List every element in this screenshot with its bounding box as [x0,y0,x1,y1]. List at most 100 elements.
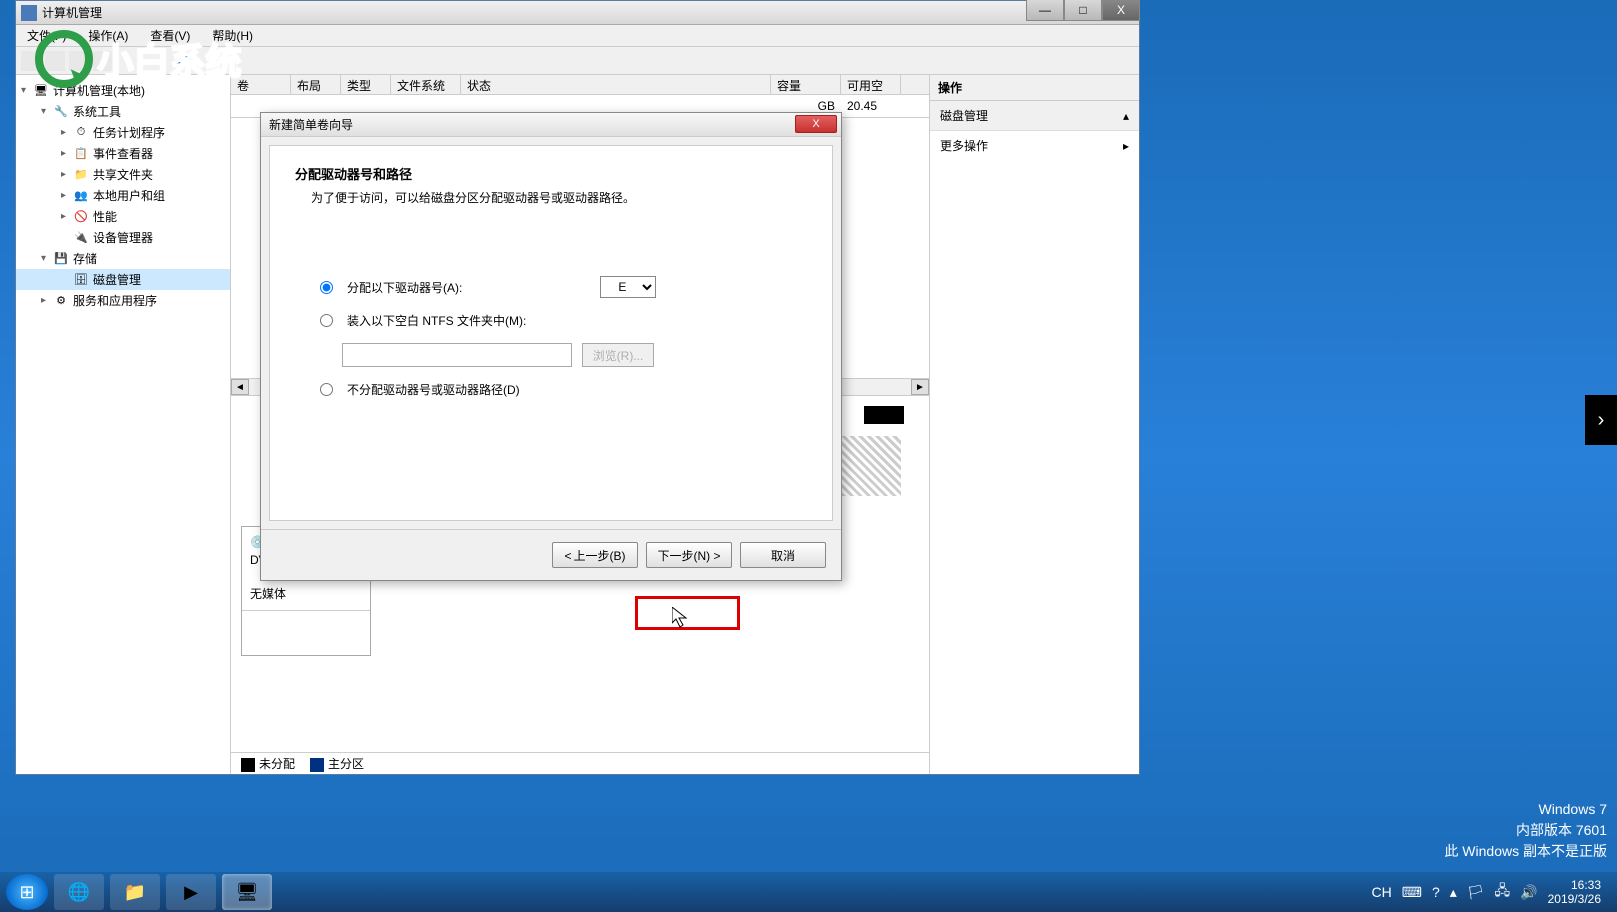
dialog-footer: 上一步(B) 下一步(N) 取消 [261,529,841,580]
tree-disk-management[interactable]: 🗄磁盘管理 [16,269,230,290]
clock-time: 16:33 [1548,878,1601,892]
taskbar-ie[interactable]: 🌐 [54,874,104,910]
menu-help[interactable]: 帮助(H) [206,25,259,46]
tree-shared-folders[interactable]: ▸📁共享文件夹 [16,164,230,185]
edge-next-button[interactable]: › [1585,395,1617,445]
col-layout[interactable]: 布局 [291,75,341,94]
tray-expand-icon[interactable]: ▴ [1450,884,1457,901]
tree-root[interactable]: ▾🖥计算机管理(本地) [16,80,230,101]
col-capacity[interactable]: 容量 [771,75,841,94]
taskbar-media[interactable]: ▶ [166,874,216,910]
tree-performance[interactable]: ▸🚫性能 [16,206,230,227]
tree-label: 本地用户和组 [93,187,165,204]
app-icon [21,5,37,21]
taskbar-compmgmt[interactable]: 🖥 [222,874,272,910]
menu-view[interactable]: 查看(V) [144,25,196,46]
tree-label: 性能 [93,208,117,225]
action-disk-mgmt[interactable]: 磁盘管理▴ [930,101,1139,131]
tree-system-tools[interactable]: ▾🔧系统工具 [16,101,230,122]
tree-storage[interactable]: ▾💾存储 [16,248,230,269]
actions-header: 操作 [930,75,1139,101]
tree-event-viewer[interactable]: ▸📋事件查看器 [16,143,230,164]
chevron-right-icon: ▸ [1123,139,1129,153]
action-more[interactable]: 更多操作 ▸ [930,131,1139,160]
tree-label: 设备管理器 [93,229,153,246]
dialog-close-button[interactable]: X [795,115,837,133]
tree-services[interactable]: ▸⚙服务和应用程序 [16,290,230,311]
legend-primary-label: 主分区 [328,757,364,771]
maximize-button[interactable]: □ [1064,0,1102,21]
scroll-left-icon[interactable]: ◄ [231,379,249,395]
radio-mount-label: 装入以下空白 NTFS 文件夹中(M): [347,312,526,329]
legend-unallocated-swatch [241,758,255,772]
radio-none-input[interactable] [320,383,333,396]
tree-label: 任务计划程序 [93,124,165,141]
system-tray: CH ⌨ ? ▴ 🏳 🖧 🔊 16:33 2019/3/26 [1371,878,1611,907]
volume-icon[interactable]: 🔊 [1520,884,1537,901]
keyboard-icon[interactable]: ⌨ [1402,884,1422,901]
toolbar [16,47,1139,75]
cancel-button[interactable]: 取消 [740,542,826,568]
tool-help-icon[interactable] [93,51,113,71]
activation-line1: Windows 7 [1444,799,1607,820]
minimize-button[interactable]: — [1026,0,1064,21]
prev-button[interactable]: 上一步(B) [552,542,638,568]
tool-forward-icon[interactable] [45,51,65,71]
clock[interactable]: 16:33 2019/3/26 [1548,878,1601,907]
tree-label: 服务和应用程序 [73,292,157,309]
radio-no-assign[interactable]: 不分配驱动器号或驱动器路径(D) [320,381,807,398]
dialog-titlebar[interactable]: 新建简单卷向导 X [261,113,841,137]
activation-watermark: Windows 7 内部版本 7601 此 Windows 副本不是正版 [1444,799,1607,862]
activation-line2: 内部版本 7601 [1444,820,1607,841]
col-volume[interactable]: 卷 [231,75,291,94]
tool-back-icon[interactable] [21,51,41,71]
radio-assign-letter[interactable]: 分配以下驱动器号(A): E [320,276,807,298]
cdrom-status: 无媒体 [250,585,362,602]
tree-label: 存储 [73,250,97,267]
next-button[interactable]: 下一步(N) [646,542,732,568]
ime-indicator[interactable]: CH [1371,884,1391,900]
radio-assign-input[interactable] [320,281,333,294]
menu-action[interactable]: 操作(A) [82,25,134,46]
taskbar: ⊞ 🌐 📁 ▶ 🖥 CH ⌨ ? ▴ 🏳 🖧 🔊 16:33 2019/3/26 [0,872,1617,912]
tree-label: 磁盘管理 [93,271,141,288]
drive-letter-select[interactable]: E [600,276,656,298]
flag-icon[interactable]: 🏳 [1467,884,1485,901]
network-icon[interactable]: 🖧 [1495,880,1511,904]
tree-label: 系统工具 [73,103,121,120]
radio-mount-input[interactable] [320,314,333,327]
clock-date: 2019/3/26 [1548,892,1601,906]
windows-icon: ⊞ [19,882,34,903]
menu-file[interactable]: 文件(F) [21,25,72,46]
activation-line3: 此 Windows 副本不是正版 [1444,841,1607,862]
actions-panel: 操作 磁盘管理▴ 更多操作 ▸ [929,75,1139,774]
tree-local-users[interactable]: ▸👥本地用户和组 [16,185,230,206]
mount-path-input [342,343,572,367]
titlebar[interactable]: 计算机管理 — □ X [16,1,1139,25]
col-free[interactable]: 可用空 [841,75,901,94]
action-label: 更多操作 [940,137,988,154]
tree-label: 事件查看器 [93,145,153,162]
col-filesystem[interactable]: 文件系统 [391,75,461,94]
col-type[interactable]: 类型 [341,75,391,94]
taskbar-explorer[interactable]: 📁 [110,874,160,910]
new-volume-wizard-dialog: 新建简单卷向导 X 分配驱动器号和路径 为了便于访问，可以给磁盘分区分配驱动器号… [260,112,842,581]
tree-device-manager[interactable]: 🔌设备管理器 [16,227,230,248]
radio-mount-folder[interactable]: 装入以下空白 NTFS 文件夹中(M): 浏览(R)... [320,312,807,367]
close-button[interactable]: X [1102,0,1140,21]
dialog-title: 新建简单卷向导 [269,116,353,133]
tree-root-label: 计算机管理(本地) [53,82,145,99]
radio-assign-label: 分配以下驱动器号(A): [347,279,462,296]
tree-panel[interactable]: ▾🖥计算机管理(本地) ▾🔧系统工具 ▸⏱任务计划程序 ▸📋事件查看器 ▸📁共享… [16,75,231,774]
tree-label: 共享文件夹 [93,166,153,183]
dialog-options: 分配以下驱动器号(A): E 装入以下空白 NTFS 文件夹中(M): 浏览(R… [320,276,807,398]
partition-marker [864,406,904,424]
tree-task-scheduler[interactable]: ▸⏱任务计划程序 [16,122,230,143]
help-icon[interactable]: ? [1432,884,1440,900]
start-button[interactable]: ⊞ [6,874,48,910]
col-status[interactable]: 状态 [461,75,771,94]
legend-primary-swatch [310,758,324,772]
legend-unallocated-label: 未分配 [259,757,295,771]
scroll-right-icon[interactable]: ► [911,379,929,395]
tool-refresh-icon[interactable] [69,51,89,71]
